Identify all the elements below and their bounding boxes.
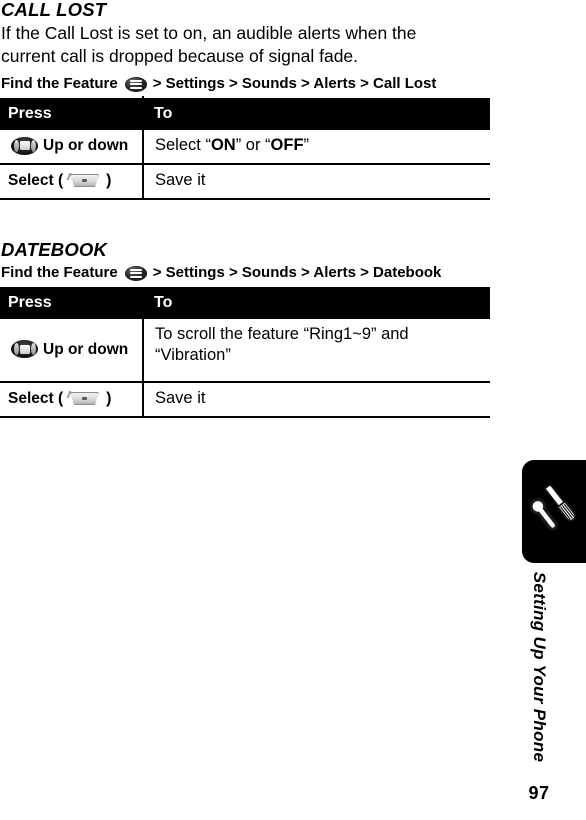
table-row: Up or down Select “ON” or “OFF” — [0, 130, 490, 165]
action-text-middle: ” or “ — [235, 136, 271, 154]
find-the-feature-path: > Settings > Sounds > Alerts > Datebook — [152, 264, 442, 281]
action-value-off: OFF — [270, 136, 304, 154]
chapter-tab — [522, 460, 586, 563]
press-cell: Select ( ) — [0, 164, 144, 200]
section-call-lost: CALL LOST If the Call Lost is set to on,… — [0, 0, 492, 200]
press-prefix: Select ( — [8, 172, 64, 189]
press-label: Up or down — [43, 137, 129, 154]
press-suffix: ) — [106, 172, 112, 189]
menu-icon — [124, 265, 147, 281]
key-press-table-datebook: Press To Up or down To scroll the featur… — [0, 287, 490, 418]
press-cell: Up or down — [0, 130, 144, 165]
table-row: Select ( ) Save it — [0, 164, 490, 200]
action-value-on: ON — [210, 136, 236, 154]
column-header-press: Press — [0, 287, 143, 319]
press-cell: Up or down — [0, 319, 144, 383]
column-header-press: Press — [0, 98, 143, 130]
action-cell: Save it — [143, 382, 490, 418]
navigation-key-icon — [11, 340, 38, 358]
press-prefix: Select ( — [8, 390, 64, 407]
section-datebook: DATEBOOK Find the Feature > Settings > S… — [0, 240, 492, 418]
soft-key-icon — [66, 391, 101, 406]
soft-key-icon — [66, 173, 101, 188]
column-header-to: To — [143, 287, 490, 319]
column-header-to: To — [143, 98, 490, 130]
table-row: Up or down To scroll the feature “Ring1~… — [0, 319, 490, 383]
page-number: 97 — [528, 783, 550, 803]
table-row: Select ( ) Save it — [0, 382, 490, 418]
wrench-screwdriver-icon — [530, 486, 577, 531]
action-cell: Save it — [143, 164, 490, 200]
page-content: CALL LOST If the Call Lost is set to on,… — [0, 0, 492, 418]
action-cell: To scroll the feature “Ring1~9” and “Vib… — [143, 319, 490, 383]
press-label: Up or down — [43, 340, 129, 358]
chapter-label-text: Setting Up Your Phone — [530, 571, 550, 763]
press-cell: Select ( ) — [0, 382, 144, 418]
find-the-feature-path: > Settings > Sounds > Alerts > Call Lost — [152, 75, 437, 92]
action-text-prefix: Select “ — [155, 136, 211, 154]
chapter-label: Setting Up Your Phone — [492, 565, 586, 775]
table-header-row: Press To — [0, 98, 490, 130]
table-column-tick — [142, 96, 144, 103]
key-press-table-call-lost: Press To Up or down Select “ON” or “OFF”… — [0, 98, 490, 200]
find-the-feature-label: Find the Feature — [1, 264, 118, 281]
table-header-row: Press To — [0, 287, 490, 319]
section-title-call-lost: CALL LOST — [1, 0, 107, 20]
press-suffix: ) — [106, 390, 112, 407]
find-the-feature-call-lost: Find the Feature > Settings > Sounds > A… — [1, 75, 492, 93]
section-title-datebook: DATEBOOK — [1, 239, 108, 260]
navigation-key-icon — [11, 136, 38, 155]
action-text-suffix: ” — [303, 136, 310, 154]
action-cell: Select “ON” or “OFF” — [143, 130, 490, 165]
menu-icon — [124, 76, 147, 92]
find-the-feature-label: Find the Feature — [1, 75, 118, 92]
chapter-sidebar: Setting Up Your Phone 97 — [492, 0, 586, 820]
find-the-feature-datebook: Find the Feature > Settings > Sounds > A… — [1, 264, 492, 282]
section-body-call-lost: If the Call Lost is set to on, an audibl… — [1, 23, 417, 66]
